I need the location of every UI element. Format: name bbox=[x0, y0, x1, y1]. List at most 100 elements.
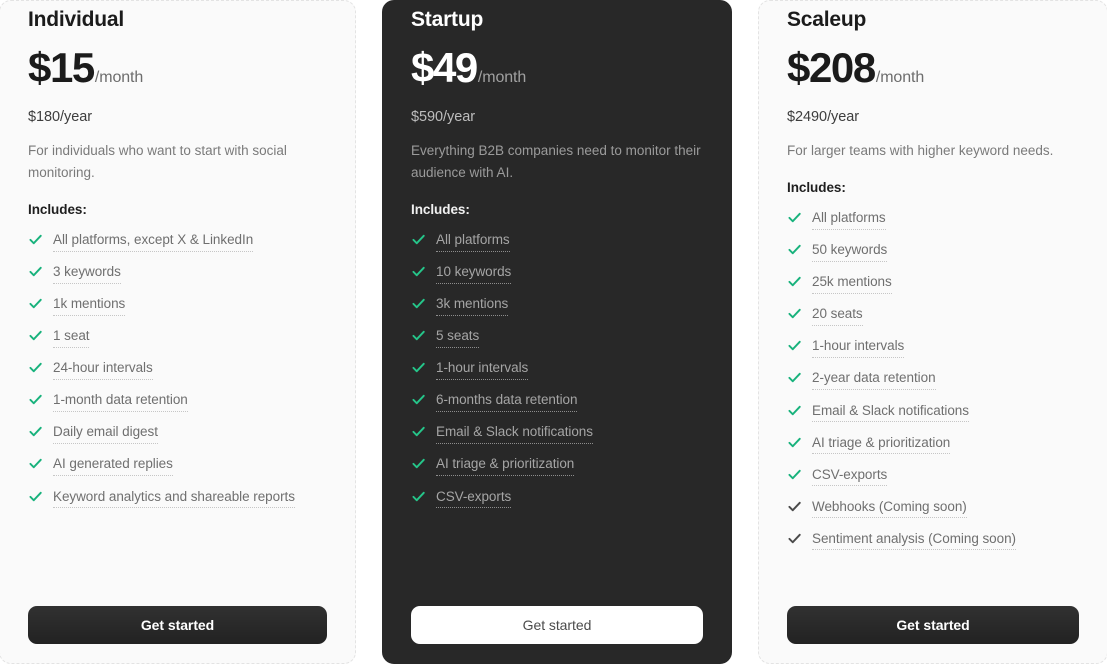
card-gap bbox=[732, 0, 758, 664]
feature-label[interactable]: Daily email digest bbox=[53, 422, 158, 444]
check-icon bbox=[28, 328, 43, 343]
price-row: $208/month bbox=[787, 46, 1079, 90]
feature-item: Keyword analytics and shareable reports bbox=[28, 487, 327, 509]
price-period: /month bbox=[94, 69, 144, 87]
feature-item: CSV-exports bbox=[411, 487, 703, 509]
feature-item: Email & Slack notifications bbox=[411, 422, 703, 444]
pricing-plans-row: Individual $15/month $180/year For individu… bbox=[0, 0, 1107, 664]
price-period: /month bbox=[477, 69, 527, 87]
cta-wrapper: Get started bbox=[411, 606, 703, 663]
feature-label[interactable]: 6-months data retention bbox=[436, 390, 577, 412]
feature-label[interactable]: 25k mentions bbox=[812, 272, 892, 294]
feature-item: 24-hour intervals bbox=[28, 358, 327, 380]
check-icon bbox=[411, 424, 426, 439]
price-amount: $49 bbox=[411, 44, 478, 92]
feature-label[interactable]: 3 keywords bbox=[53, 262, 121, 284]
check-icon bbox=[787, 242, 802, 257]
check-icon bbox=[787, 274, 802, 289]
feature-item: Daily email digest bbox=[28, 422, 327, 444]
feature-label[interactable]: 1-month data retention bbox=[53, 390, 188, 412]
feature-label[interactable]: CSV-exports bbox=[812, 465, 887, 487]
check-icon bbox=[28, 489, 43, 504]
feature-label[interactable]: Webhooks (Coming soon) bbox=[812, 497, 967, 519]
price-yearly: $590/year bbox=[411, 109, 476, 126]
feature-label[interactable]: 2-year data retention bbox=[812, 368, 936, 391]
feature-list: All platforms, except X & LinkedIn 3 keyw… bbox=[28, 230, 327, 606]
check-icon bbox=[411, 232, 426, 247]
feature-label[interactable]: 5 seats bbox=[436, 326, 479, 348]
feature-item: 6-months data retention bbox=[411, 390, 703, 412]
feature-item: 1-month data retention bbox=[28, 390, 327, 412]
check-icon bbox=[411, 392, 426, 407]
price-row: $49/month bbox=[411, 46, 703, 90]
feature-item: Sentiment analysis (Coming soon) bbox=[787, 529, 1079, 551]
check-icon bbox=[787, 370, 802, 385]
pricing-card-individual: Individual $15/month $180/year For individu… bbox=[0, 0, 356, 664]
check-icon bbox=[787, 338, 802, 353]
plan-name: Scaleup bbox=[787, 8, 867, 31]
feature-item: 25k mentions bbox=[787, 272, 1079, 294]
feature-label[interactable]: 10 keywords bbox=[436, 262, 511, 284]
feature-label[interactable]: 50 keywords bbox=[812, 240, 887, 262]
feature-item: 5 seats bbox=[411, 326, 703, 348]
feature-label[interactable]: 1 seat bbox=[53, 326, 90, 348]
includes-label: Includes: bbox=[28, 202, 87, 217]
feature-item: 1k mentions bbox=[28, 294, 327, 316]
feature-item: 3 keywords bbox=[28, 262, 327, 284]
feature-item: 1-hour intervals bbox=[787, 336, 1079, 358]
plan-description: Everything B2B companies need to monitor… bbox=[411, 143, 701, 181]
feature-label[interactable]: CSV-exports bbox=[436, 487, 511, 509]
feature-item: All platforms bbox=[787, 208, 1079, 230]
feature-label[interactable]: AI generated replies bbox=[53, 454, 173, 476]
feature-label[interactable]: All platforms bbox=[436, 230, 510, 252]
feature-label[interactable]: 1-hour intervals bbox=[436, 358, 528, 380]
feature-label[interactable]: Keyword analytics and shareable reports bbox=[53, 487, 295, 509]
price-amount: $208 bbox=[787, 44, 876, 92]
feature-label[interactable]: 3k mentions bbox=[436, 294, 508, 316]
feature-item: All platforms, except X & LinkedIn bbox=[28, 230, 327, 252]
check-icon bbox=[411, 456, 426, 471]
feature-label[interactable]: Email & Slack notifications bbox=[812, 401, 969, 423]
price-row: $15/month bbox=[28, 46, 327, 90]
check-icon bbox=[411, 264, 426, 279]
feature-item: AI triage & prioritization bbox=[787, 433, 1079, 455]
check-icon bbox=[787, 210, 802, 225]
feature-item: Webhooks (Coming soon) bbox=[787, 497, 1079, 519]
check-icon bbox=[28, 232, 43, 247]
feature-item: Email & Slack notifications bbox=[787, 401, 1079, 423]
price-period: /month bbox=[875, 69, 925, 87]
feature-item: 2-year data retention bbox=[787, 368, 1079, 391]
check-icon bbox=[787, 435, 802, 450]
feature-label[interactable]: All platforms bbox=[812, 208, 886, 230]
feature-label[interactable]: AI triage & prioritization bbox=[436, 454, 574, 476]
feature-label[interactable]: 1k mentions bbox=[53, 294, 125, 316]
feature-item: 10 keywords bbox=[411, 262, 703, 284]
check-icon bbox=[28, 424, 43, 439]
includes-label: Includes: bbox=[787, 180, 846, 196]
feature-label[interactable]: 20 seats bbox=[812, 304, 863, 326]
feature-label[interactable]: All platforms, except X & LinkedIn bbox=[53, 230, 253, 252]
feature-item: AI triage & prioritization bbox=[411, 454, 703, 476]
pricing-card-scaleup: Scaleup $208/month $2490/year For larger te… bbox=[758, 0, 1107, 664]
check-icon bbox=[411, 328, 426, 343]
get-started-button-individual[interactable]: Get started bbox=[28, 606, 327, 644]
feature-label[interactable]: AI triage & prioritization bbox=[812, 433, 950, 455]
feature-label[interactable]: 24-hour intervals bbox=[53, 358, 153, 380]
feature-item: All platforms bbox=[411, 230, 703, 252]
card-gap bbox=[356, 0, 382, 664]
feature-item: 20 seats bbox=[787, 304, 1079, 326]
feature-label[interactable]: Sentiment analysis (Coming soon) bbox=[812, 529, 1016, 551]
plan-description: For individuals who want to start with s… bbox=[28, 143, 287, 181]
feature-item: 50 keywords bbox=[787, 240, 1079, 262]
feature-label[interactable]: Email & Slack notifications bbox=[436, 422, 593, 444]
get-started-button-scaleup[interactable]: Get started bbox=[787, 606, 1079, 644]
cta-wrapper: Get started bbox=[28, 606, 327, 663]
feature-label[interactable]: 1-hour intervals bbox=[812, 336, 904, 358]
price-yearly: $2490/year bbox=[787, 109, 860, 126]
check-icon bbox=[787, 403, 802, 418]
check-icon bbox=[28, 264, 43, 279]
get-started-button-startup[interactable]: Get started bbox=[411, 606, 703, 644]
check-icon bbox=[787, 499, 802, 514]
includes-label: Includes: bbox=[411, 202, 470, 217]
check-icon bbox=[411, 360, 426, 375]
